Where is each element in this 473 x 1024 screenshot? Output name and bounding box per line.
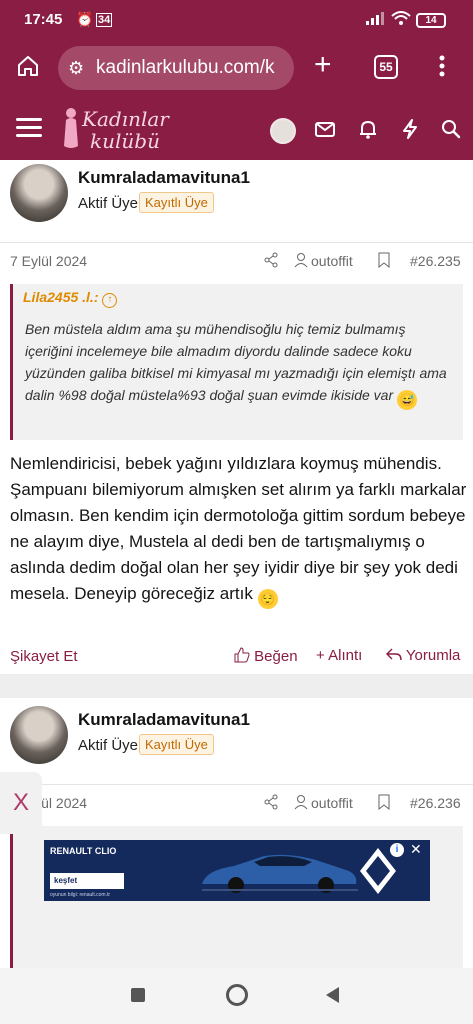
post-separator xyxy=(0,674,473,698)
user-avatar[interactable] xyxy=(270,118,296,144)
logo-text-line2: kulübü xyxy=(90,129,160,153)
ad-info-icon[interactable]: i xyxy=(390,843,404,857)
bell-icon[interactable] xyxy=(357,118,383,144)
avatar[interactable] xyxy=(10,706,68,764)
post-author-link[interactable]: outoffit xyxy=(311,253,353,269)
system-nav-bar xyxy=(0,968,473,1024)
site-settings-icon[interactable]: ⚙ xyxy=(68,46,84,90)
post-username[interactable]: Kumraladamavituna1 xyxy=(78,168,250,188)
quote-label: Alıntı xyxy=(328,647,363,664)
search-icon[interactable] xyxy=(440,118,466,144)
post-author-link[interactable]: outoffit xyxy=(311,795,353,811)
status-time: 17:45 xyxy=(24,11,63,28)
tab-switcher-button[interactable]: 55 xyxy=(374,55,398,79)
user-icon xyxy=(294,794,308,813)
divider xyxy=(0,784,473,785)
user-icon xyxy=(294,252,308,271)
relieved-emoji-icon: 😌 xyxy=(257,589,278,609)
site-logo[interactable]: Kadınlar kulübü xyxy=(62,104,182,154)
browser-toolbar: ⚙ kadinlarkulubu.com/k + 55 xyxy=(0,40,473,96)
logo-text-line1: Kadınlar xyxy=(82,107,169,131)
avatar[interactable] xyxy=(10,164,68,222)
share-icon[interactable] xyxy=(264,252,278,271)
logo-figure-icon xyxy=(64,108,78,148)
report-link[interactable]: Şikayet Et xyxy=(10,648,78,665)
reply-label: Yorumla xyxy=(405,647,461,664)
signal-icon xyxy=(366,11,384,28)
back-icon[interactable] xyxy=(324,986,340,1004)
home-nav-icon[interactable] xyxy=(226,984,248,1006)
url-text: kadinlarkulubu.com/k xyxy=(96,57,275,78)
reply-icon xyxy=(386,648,402,661)
bookmark-icon[interactable] xyxy=(378,794,390,813)
battery-icon: 14 xyxy=(416,13,446,28)
notification-icon: 34 xyxy=(96,13,113,27)
post-number[interactable]: #26.235 xyxy=(410,253,461,269)
status-bar: 17:45 ⏰ 34 14 xyxy=(0,0,473,40)
post-username[interactable]: Kumraladamavituna1 xyxy=(78,710,250,730)
ad-brand: RENAULT CLIO xyxy=(50,846,117,856)
ad-collapse-button[interactable]: X xyxy=(0,772,42,834)
like-label: Beğen xyxy=(254,648,298,665)
alarm-icon: ⏰ xyxy=(76,11,94,27)
ad-close-icon[interactable]: ✕ xyxy=(410,841,422,858)
quote-author[interactable]: Lila2455 .l.: ↑ xyxy=(23,289,118,308)
new-tab-icon[interactable]: + xyxy=(314,50,332,80)
home-icon[interactable] xyxy=(16,54,40,83)
more-menu-icon[interactable] xyxy=(438,54,446,83)
menu-icon[interactable] xyxy=(16,118,42,138)
ad-cta-button[interactable]: keşfet xyxy=(50,873,124,889)
quote-text: Ben müstela aldım ama şu mühendisoğlu hi… xyxy=(25,318,455,410)
bookmark-icon[interactable] xyxy=(378,252,390,271)
car-image xyxy=(202,854,358,893)
lightning-icon[interactable] xyxy=(399,118,425,144)
status-badge: Kayıtlı Üye xyxy=(139,734,214,755)
post-number[interactable]: #26.236 xyxy=(410,795,461,811)
wifi-icon xyxy=(391,11,411,28)
post-user-role: Aktif Üye xyxy=(78,737,139,754)
post-date[interactable]: 7 Eylül 2024 xyxy=(10,253,87,269)
reply-button[interactable]: Yorumla xyxy=(386,647,460,664)
divider xyxy=(0,242,473,243)
url-bar[interactable]: ⚙ kadinlarkulubu.com/k xyxy=(58,46,294,90)
post-user-role: Aktif Üye xyxy=(78,195,139,212)
thumbs-up-icon xyxy=(234,647,250,663)
quote-button[interactable]: + Alıntı xyxy=(316,647,362,664)
post-body: Nemlendiricisi, bebek yağını yıldızlara … xyxy=(10,451,468,609)
ad-small-print: oyunun bilgi: renault.com.tr xyxy=(50,892,111,898)
ad-banner[interactable]: RENAULT CLIO keşfet oyunun bilgi: renaul… xyxy=(44,840,430,901)
quote-block: Lila2455 .l.: ↑ Ben müstela aldım ama şu… xyxy=(10,284,463,440)
status-badge: Kayıtlı Üye xyxy=(139,192,214,213)
like-button[interactable]: Beğen xyxy=(234,647,298,665)
share-icon[interactable] xyxy=(264,794,278,813)
sweat-smile-emoji-icon: 😅 xyxy=(397,390,417,410)
recents-icon[interactable] xyxy=(131,988,145,1002)
arrow-up-icon[interactable]: ↑ xyxy=(102,293,118,308)
inbox-icon[interactable] xyxy=(314,118,340,144)
